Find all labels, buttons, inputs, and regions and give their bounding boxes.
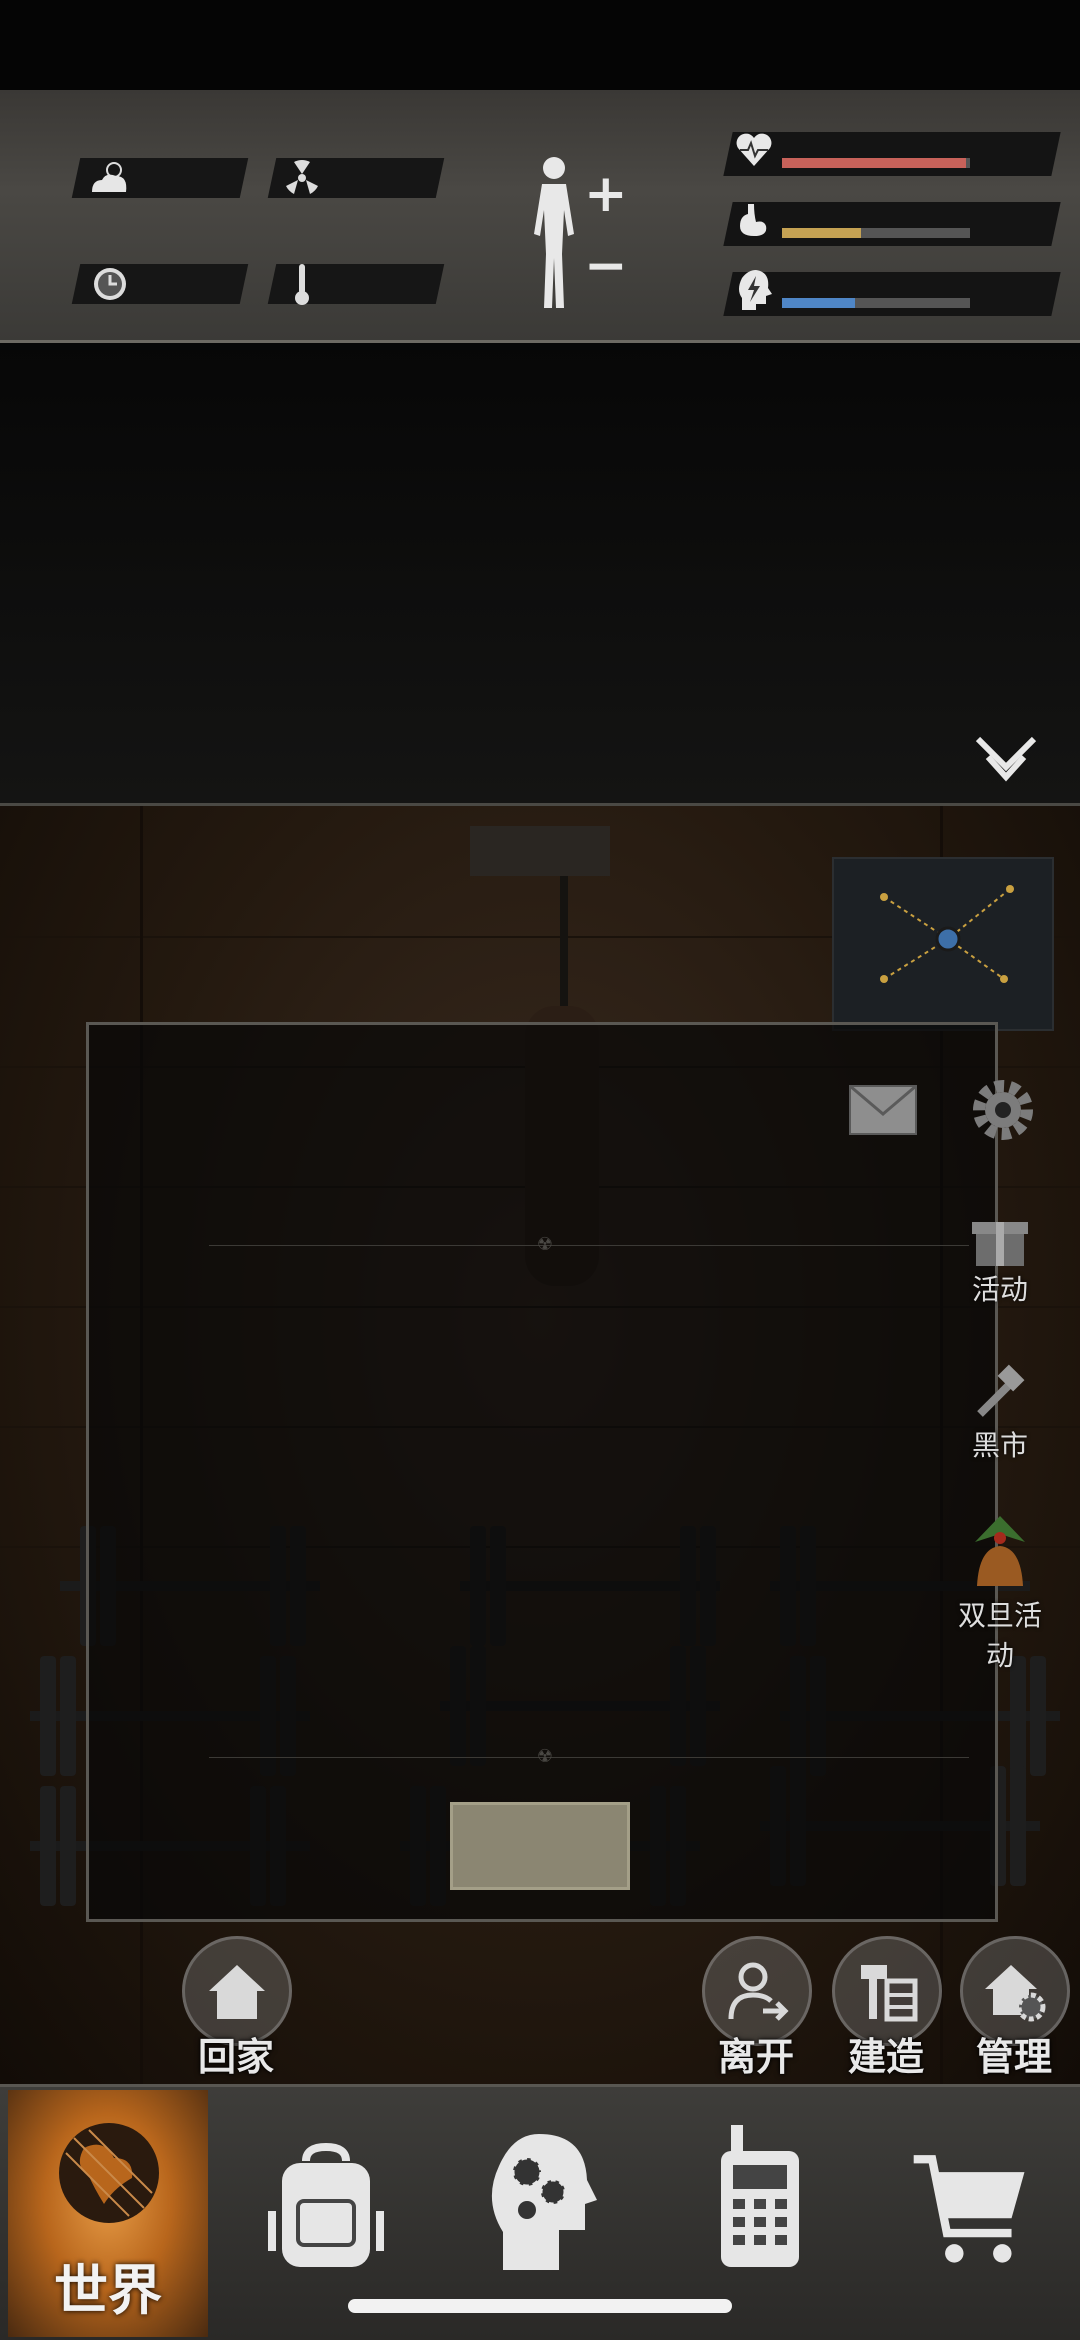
black-market-button[interactable]: 黑市 — [950, 1364, 1050, 1464]
body-remove-button[interactable]: − — [584, 240, 628, 292]
holiday-event-button[interactable]: 双旦活动 — [950, 1512, 1050, 1674]
hud-panel: + − — [0, 90, 1080, 343]
leave-label: 离开 — [717, 2035, 794, 2079]
gift-icon — [950, 1212, 1050, 1268]
backpack-icon — [268, 2142, 384, 2267]
status-bar — [0, 0, 1080, 90]
radiation-icon[interactable] — [280, 156, 324, 200]
hammer-icon — [950, 1364, 1050, 1424]
double-chevron-down-icon[interactable] — [974, 733, 1038, 785]
globe-icon — [54, 2118, 164, 2228]
tab-world[interactable]: 世界 — [8, 2090, 208, 2337]
walkie-talkie-icon — [721, 2125, 799, 2267]
hunger-bar-fill — [782, 228, 861, 238]
minimap[interactable] — [832, 857, 1054, 1031]
mail-icon[interactable] — [848, 1082, 918, 1138]
shopping-cart-icon — [913, 2155, 1025, 2263]
clock-icon[interactable] — [88, 262, 132, 306]
thermometer-icon[interactable] — [280, 262, 324, 306]
energy-bar — [782, 298, 970, 308]
tab-radio[interactable] — [700, 2125, 820, 2267]
world-label: 世界 — [54, 2259, 162, 2322]
cloud-sun-icon[interactable] — [88, 156, 132, 200]
body-add-button[interactable]: + — [584, 168, 628, 220]
manage-label: 管理 — [975, 2035, 1052, 2079]
popup-panel: ☢ ☢ — [86, 1022, 998, 1922]
energy-bar-fill — [782, 298, 856, 308]
head-gears-icon — [491, 2134, 597, 2270]
hammer-build-icon — [861, 1965, 918, 2022]
health-bar — [782, 158, 970, 168]
panel-button[interactable] — [450, 1802, 630, 1890]
black-market-label: 黑市 — [971, 1429, 1028, 1462]
radiation-emblem-icon: ☢ — [536, 1234, 554, 1255]
body-figure-icon[interactable] — [522, 154, 586, 314]
head-bolt-icon — [732, 268, 776, 312]
person-exit-icon — [728, 1962, 789, 2021]
events-label: 活动 — [971, 1273, 1028, 1306]
health-bar-fill — [782, 158, 967, 168]
tab-shop[interactable] — [910, 2140, 1030, 2280]
divider — [209, 1757, 969, 1758]
holiday-event-label: 双旦活动 — [957, 1599, 1042, 1672]
home-label: 回家 — [197, 2035, 274, 2079]
tab-backpack[interactable] — [266, 2136, 386, 2276]
ceiling-mount — [470, 826, 610, 876]
holly-bell-icon — [950, 1512, 1050, 1594]
gear-icon[interactable] — [968, 1074, 1038, 1146]
tab-skills[interactable] — [484, 2132, 604, 2272]
radiation-emblem-icon: ☢ — [536, 1746, 554, 1767]
events-button[interactable]: 活动 — [950, 1212, 1050, 1308]
build-label: 建造 — [847, 2035, 924, 2079]
house-icon — [209, 1965, 265, 2019]
message-log — [0, 343, 1080, 806]
heart-pulse-icon — [732, 128, 776, 172]
hunger-bar — [782, 228, 970, 238]
house-gear-icon — [985, 1965, 1046, 2022]
divider — [209, 1245, 969, 1246]
home-indicator — [348, 2299, 732, 2313]
stomach-icon — [732, 198, 776, 242]
